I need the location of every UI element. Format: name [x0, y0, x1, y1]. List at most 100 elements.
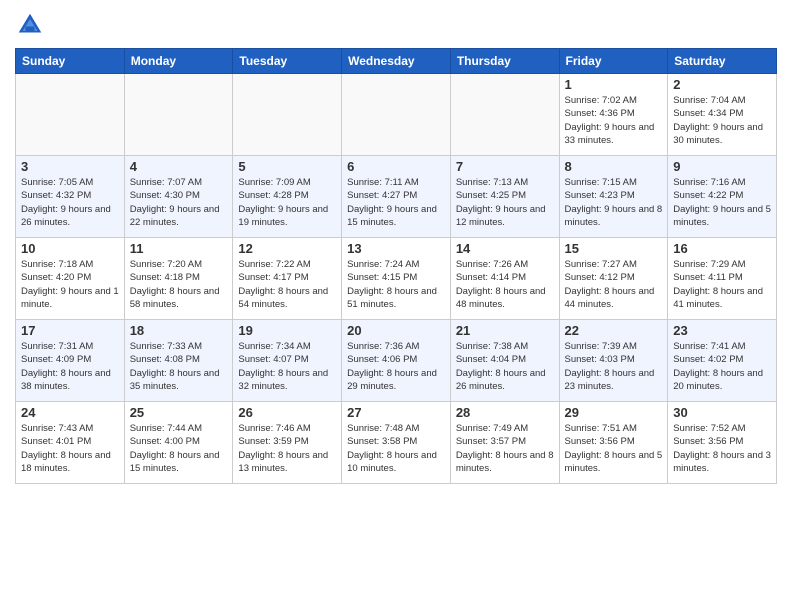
day-info: Sunrise: 7:09 AM Sunset: 4:28 PM Dayligh… — [238, 176, 336, 229]
day-number: 17 — [21, 323, 119, 338]
day-info: Sunrise: 7:44 AM Sunset: 4:00 PM Dayligh… — [130, 422, 228, 475]
day-number: 26 — [238, 405, 336, 420]
calendar-cell: 2 Sunrise: 7:04 AM Sunset: 4:34 PM Daylig… — [668, 74, 777, 156]
logo — [15, 10, 49, 40]
calendar-cell: 25 Sunrise: 7:44 AM Sunset: 4:00 PM Dayli… — [124, 402, 233, 484]
day-info: Sunrise: 7:39 AM Sunset: 4:03 PM Dayligh… — [565, 340, 663, 393]
calendar-cell: 8 Sunrise: 7:15 AM Sunset: 4:23 PM Daylig… — [559, 156, 668, 238]
day-info: Sunrise: 7:33 AM Sunset: 4:08 PM Dayligh… — [130, 340, 228, 393]
day-number: 9 — [673, 159, 771, 174]
day-number: 24 — [21, 405, 119, 420]
calendar-week-3: 10Sunrise: 7:18 AM Sunset: 4:20 PM Dayli… — [16, 238, 777, 320]
calendar-cell: 26 Sunrise: 7:46 AM Sunset: 3:59 PM Dayli… — [233, 402, 342, 484]
day-number: 8 — [565, 159, 663, 174]
day-info: Sunrise: 7:29 AM Sunset: 4:11 PM Dayligh… — [673, 258, 771, 311]
day-number: 1 — [565, 77, 663, 92]
day-number: 6 — [347, 159, 445, 174]
day-info: Sunrise: 7:41 AM Sunset: 4:02 PM Dayligh… — [673, 340, 771, 393]
day-number: 5 — [238, 159, 336, 174]
day-number: 18 — [130, 323, 228, 338]
day-number: 16 — [673, 241, 771, 256]
day-number: 25 — [130, 405, 228, 420]
day-info: Sunrise: 7:04 AM Sunset: 4:34 PM Dayligh… — [673, 94, 771, 147]
calendar-cell: 19 Sunrise: 7:34 AM Sunset: 4:07 PM Dayli… — [233, 320, 342, 402]
calendar-header-friday: Friday — [559, 49, 668, 74]
day-number: 11 — [130, 241, 228, 256]
day-info: Sunrise: 7:22 AM Sunset: 4:17 PM Dayligh… — [238, 258, 336, 311]
day-number: 30 — [673, 405, 771, 420]
calendar-cell: 29Sunrise: 7:51 AM Sunset: 3:56 PM Dayli… — [559, 402, 668, 484]
calendar-cell: 1 Sunrise: 7:02 AM Sunset: 4:36 PM Daylig… — [559, 74, 668, 156]
calendar-week-1: 1 Sunrise: 7:02 AM Sunset: 4:36 PM Daylig… — [16, 74, 777, 156]
calendar-cell — [233, 74, 342, 156]
calendar-cell: 27Sunrise: 7:48 AM Sunset: 3:58 PM Dayli… — [342, 402, 451, 484]
day-info: Sunrise: 7:43 AM Sunset: 4:01 PM Dayligh… — [21, 422, 119, 475]
calendar-cell — [16, 74, 125, 156]
day-info: Sunrise: 7:31 AM Sunset: 4:09 PM Dayligh… — [21, 340, 119, 393]
day-info: Sunrise: 7:02 AM Sunset: 4:36 PM Dayligh… — [565, 94, 663, 147]
calendar-cell: 3 Sunrise: 7:05 AM Sunset: 4:32 PM Daylig… — [16, 156, 125, 238]
calendar-header-row: SundayMondayTuesdayWednesdayThursdayFrid… — [16, 49, 777, 74]
day-number: 21 — [456, 323, 554, 338]
calendar-header-saturday: Saturday — [668, 49, 777, 74]
calendar-header-sunday: Sunday — [16, 49, 125, 74]
day-info: Sunrise: 7:15 AM Sunset: 4:23 PM Dayligh… — [565, 176, 663, 229]
calendar-header-wednesday: Wednesday — [342, 49, 451, 74]
day-number: 14 — [456, 241, 554, 256]
day-info: Sunrise: 7:07 AM Sunset: 4:30 PM Dayligh… — [130, 176, 228, 229]
page: SundayMondayTuesdayWednesdayThursdayFrid… — [0, 0, 792, 612]
day-number: 13 — [347, 241, 445, 256]
calendar-cell: 16 Sunrise: 7:29 AM Sunset: 4:11 PM Dayli… — [668, 238, 777, 320]
calendar-cell: 4 Sunrise: 7:07 AM Sunset: 4:30 PM Daylig… — [124, 156, 233, 238]
calendar-cell: 18 Sunrise: 7:33 AM Sunset: 4:08 PM Dayli… — [124, 320, 233, 402]
day-number: 20 — [347, 323, 445, 338]
calendar-header-monday: Monday — [124, 49, 233, 74]
day-info: Sunrise: 7:11 AM Sunset: 4:27 PM Dayligh… — [347, 176, 445, 229]
day-info: Sunrise: 7:13 AM Sunset: 4:25 PM Dayligh… — [456, 176, 554, 229]
day-number: 2 — [673, 77, 771, 92]
day-info: Sunrise: 7:48 AM Sunset: 3:58 PM Dayligh… — [347, 422, 445, 475]
day-number: 12 — [238, 241, 336, 256]
day-number: 7 — [456, 159, 554, 174]
calendar-cell: 24 Sunrise: 7:43 AM Sunset: 4:01 PM Dayli… — [16, 402, 125, 484]
calendar: SundayMondayTuesdayWednesdayThursdayFrid… — [15, 48, 777, 484]
calendar-cell: 23 Sunrise: 7:41 AM Sunset: 4:02 PM Dayli… — [668, 320, 777, 402]
calendar-cell: 12 Sunrise: 7:22 AM Sunset: 4:17 PM Dayli… — [233, 238, 342, 320]
calendar-cell — [342, 74, 451, 156]
day-number: 22 — [565, 323, 663, 338]
day-info: Sunrise: 7:26 AM Sunset: 4:14 PM Dayligh… — [456, 258, 554, 311]
calendar-week-2: 3 Sunrise: 7:05 AM Sunset: 4:32 PM Daylig… — [16, 156, 777, 238]
header — [15, 10, 777, 40]
calendar-cell: 15Sunrise: 7:27 AM Sunset: 4:12 PM Dayli… — [559, 238, 668, 320]
day-info: Sunrise: 7:38 AM Sunset: 4:04 PM Dayligh… — [456, 340, 554, 393]
calendar-cell: 17 Sunrise: 7:31 AM Sunset: 4:09 PM Dayli… — [16, 320, 125, 402]
calendar-week-5: 24 Sunrise: 7:43 AM Sunset: 4:01 PM Dayli… — [16, 402, 777, 484]
day-info: Sunrise: 7:46 AM Sunset: 3:59 PM Dayligh… — [238, 422, 336, 475]
day-info: Sunrise: 7:36 AM Sunset: 4:06 PM Dayligh… — [347, 340, 445, 393]
day-info: Sunrise: 7:49 AM Sunset: 3:57 PM Dayligh… — [456, 422, 554, 475]
calendar-cell: 9 Sunrise: 7:16 AM Sunset: 4:22 PM Daylig… — [668, 156, 777, 238]
calendar-cell: 28 Sunrise: 7:49 AM Sunset: 3:57 PM Dayli… — [450, 402, 559, 484]
day-number: 29 — [565, 405, 663, 420]
calendar-week-4: 17 Sunrise: 7:31 AM Sunset: 4:09 PM Dayli… — [16, 320, 777, 402]
calendar-cell: 13 Sunrise: 7:24 AM Sunset: 4:15 PM Dayli… — [342, 238, 451, 320]
calendar-cell: 14 Sunrise: 7:26 AM Sunset: 4:14 PM Dayli… — [450, 238, 559, 320]
day-info: Sunrise: 7:52 AM Sunset: 3:56 PM Dayligh… — [673, 422, 771, 475]
day-number: 28 — [456, 405, 554, 420]
day-number: 15 — [565, 241, 663, 256]
day-number: 19 — [238, 323, 336, 338]
day-number: 23 — [673, 323, 771, 338]
calendar-cell: 11 Sunrise: 7:20 AM Sunset: 4:18 PM Dayli… — [124, 238, 233, 320]
calendar-cell: 22 Sunrise: 7:39 AM Sunset: 4:03 PM Dayli… — [559, 320, 668, 402]
day-info: Sunrise: 7:24 AM Sunset: 4:15 PM Dayligh… — [347, 258, 445, 311]
day-info: Sunrise: 7:05 AM Sunset: 4:32 PM Dayligh… — [21, 176, 119, 229]
day-info: Sunrise: 7:34 AM Sunset: 4:07 PM Dayligh… — [238, 340, 336, 393]
day-number: 3 — [21, 159, 119, 174]
calendar-cell — [450, 74, 559, 156]
day-info: Sunrise: 7:16 AM Sunset: 4:22 PM Dayligh… — [673, 176, 771, 229]
calendar-cell: 7 Sunrise: 7:13 AM Sunset: 4:25 PM Daylig… — [450, 156, 559, 238]
day-info: Sunrise: 7:18 AM Sunset: 4:20 PM Dayligh… — [21, 258, 119, 311]
day-info: Sunrise: 7:20 AM Sunset: 4:18 PM Dayligh… — [130, 258, 228, 311]
calendar-cell: 10Sunrise: 7:18 AM Sunset: 4:20 PM Dayli… — [16, 238, 125, 320]
day-number: 4 — [130, 159, 228, 174]
